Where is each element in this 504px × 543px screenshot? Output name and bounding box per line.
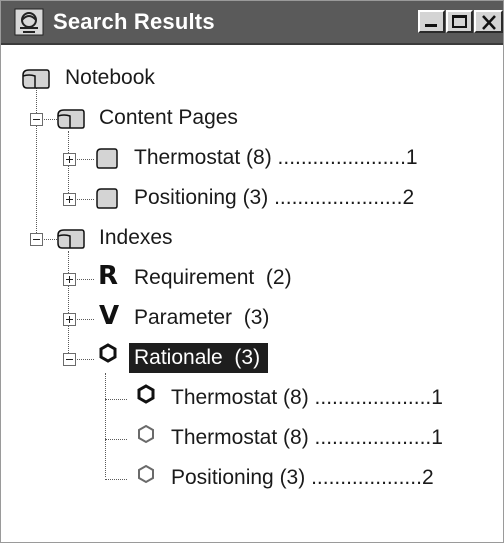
page-icon [96, 148, 118, 169]
node-label-selected: Rationale (3) [129, 343, 269, 373]
expand-toggle[interactable] [63, 273, 76, 286]
leader-dots: ................... [311, 466, 422, 489]
minimize-button[interactable] [418, 10, 445, 33]
requirement-icon: R [98, 261, 119, 291]
tree-node-rationale-item[interactable]: Thermostat (8) .................... 1 [171, 380, 443, 416]
close-button[interactable] [474, 10, 503, 33]
expand-toggle[interactable] [63, 153, 76, 166]
node-label: Content Pages [99, 106, 238, 129]
node-label: Positioning (3) [171, 466, 312, 489]
node-label: Positioning (3) [134, 186, 275, 209]
notebook-icon [22, 69, 50, 89]
tree-node-indexes[interactable]: Indexes [99, 220, 173, 256]
app-icon [14, 8, 44, 36]
node-label: Indexes [99, 226, 173, 249]
maximize-button[interactable] [446, 10, 473, 33]
tree-node-page[interactable]: Positioning (3) ...................... 2 [134, 180, 414, 216]
page-number: 1 [405, 146, 418, 169]
tree-node-content-pages[interactable]: Content Pages [99, 100, 238, 136]
node-label: Thermostat (8) [171, 426, 315, 449]
title-bar[interactable]: Search Results [1, 1, 503, 45]
parameter-icon: V [99, 301, 120, 331]
node-label: Notebook [65, 66, 155, 89]
tree-node-parameter[interactable]: Parameter (3) [134, 300, 269, 336]
collapse-toggle[interactable] [30, 233, 43, 246]
leader-dots: .................... [314, 386, 432, 409]
node-label: Thermostat (8) [171, 386, 315, 409]
window-title: Search Results [53, 9, 215, 34]
tree-node-requirement[interactable]: Requirement (2) [134, 260, 292, 296]
leader-dots: ...................... [277, 146, 406, 169]
maximize-icon [452, 15, 467, 28]
results-tree: Notebook Content Pages Thermostat (8) ..… [15, 57, 495, 527]
rationale-icon [137, 384, 155, 404]
folder-icon [57, 109, 85, 129]
leader-dots: ...................... [274, 186, 403, 209]
page-number: 2 [421, 466, 434, 489]
expand-toggle[interactable] [63, 193, 76, 206]
expand-toggle[interactable] [63, 313, 76, 326]
node-label: Parameter (3) [134, 306, 270, 329]
folder-icon [57, 229, 85, 249]
page-number: 1 [431, 426, 443, 449]
tree-node-rationale-item[interactable]: Thermostat (8) .................... 1 [171, 420, 443, 456]
tree-node-notebook[interactable]: Notebook [65, 60, 155, 96]
minimize-icon [425, 24, 437, 27]
rationale-icon [99, 343, 117, 363]
close-icon [482, 15, 496, 30]
search-results-window: Search Results Notebook Content Pages Th… [0, 0, 504, 543]
page-number: 2 [402, 186, 415, 209]
node-label: Thermostat (8) [134, 146, 278, 169]
page-number: 1 [431, 386, 443, 409]
rationale-icon [138, 424, 154, 444]
page-icon [96, 188, 118, 209]
rationale-icon [138, 464, 154, 484]
collapse-toggle[interactable] [30, 113, 43, 126]
tree-node-rationale-item[interactable]: Positioning (3) ................... 2 [171, 460, 434, 496]
tree-node-page[interactable]: Thermostat (8) ...................... 1 [134, 140, 418, 176]
leader-dots: .................... [314, 426, 432, 449]
tree-node-rationale[interactable]: Rationale (3) [129, 340, 269, 376]
node-label: Requirement (2) [134, 266, 292, 289]
collapse-toggle[interactable] [63, 353, 76, 366]
